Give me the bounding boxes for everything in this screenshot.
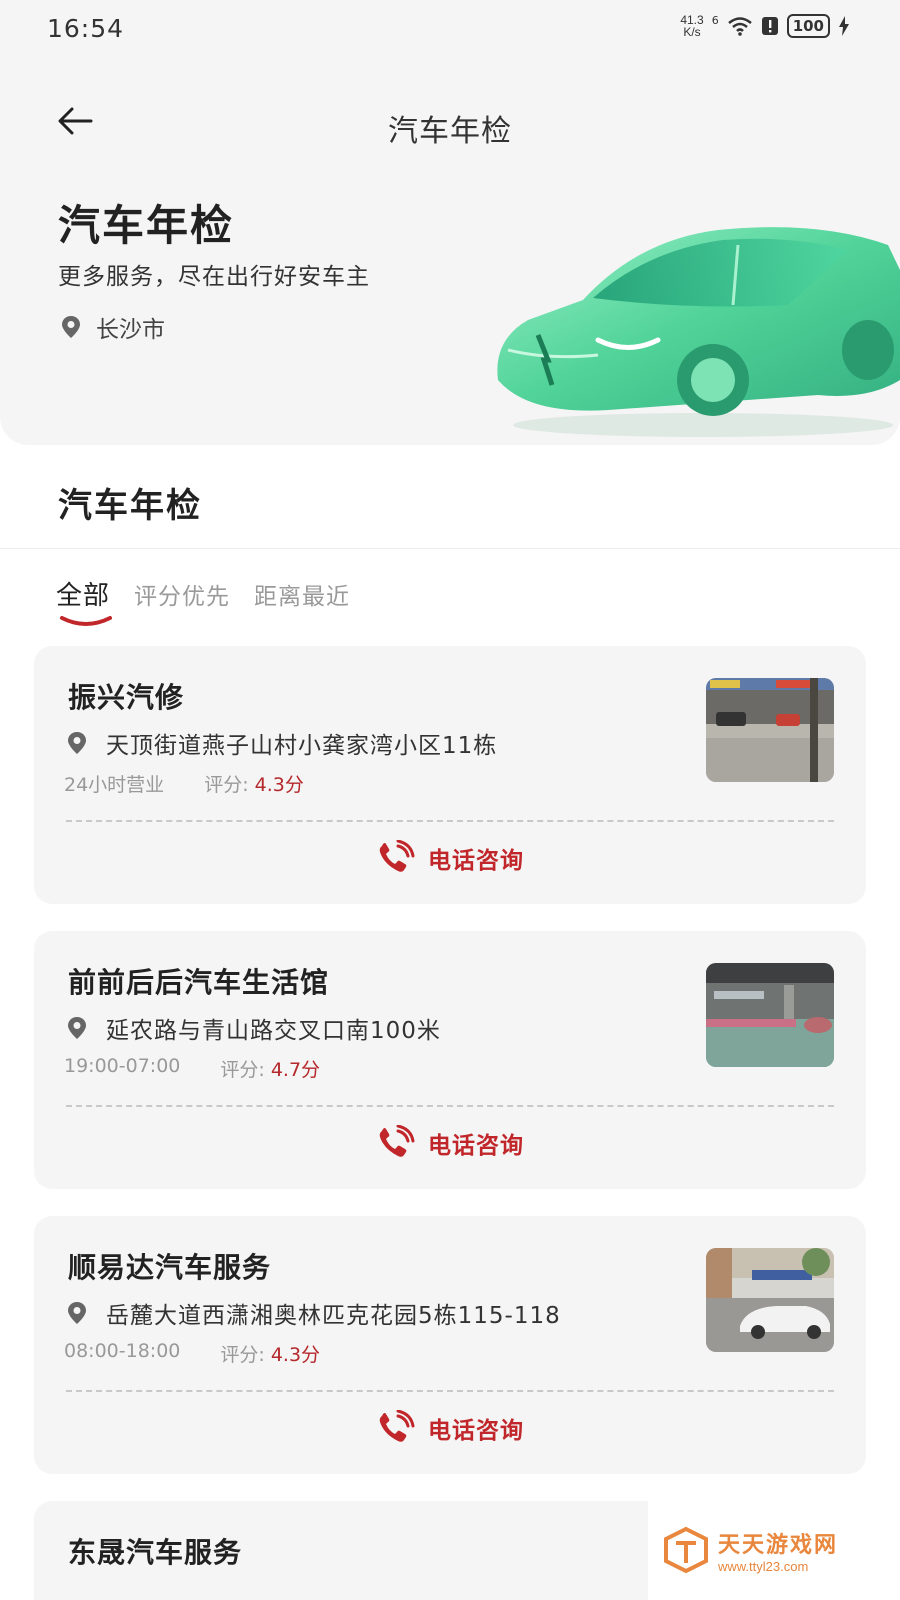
shop-name: 前前后后汽车生活馆 — [68, 966, 330, 999]
cube-logo-icon — [664, 1526, 708, 1574]
hero-subtitle: 更多服务，尽在出行好安车主 — [58, 264, 370, 290]
shop-name: 振兴汽修 — [68, 681, 185, 714]
call-button[interactable]: 电话咨询 — [34, 1410, 866, 1446]
shop-address: 延农路与青山路交叉口南100米 — [64, 1011, 441, 1045]
shop-address: 岳麓大道西潇湘奥林匹克花园5栋115-118 — [64, 1296, 561, 1330]
status-bar: 16:54 41.3 K/s 6 100 — [0, 0, 900, 60]
shop-photo — [706, 963, 834, 1067]
car-illustration — [497, 227, 900, 437]
status-time: 16:54 — [47, 14, 125, 43]
location-city: 长沙市 — [96, 317, 165, 343]
shop-hours: 19:00-07:00 — [64, 1055, 181, 1077]
network-speed: 41.3 K/s — [680, 13, 704, 39]
page-title: 汽车年检 — [388, 114, 512, 149]
hero-title: 汽车年检 — [58, 201, 235, 250]
tab-rating-first[interactable]: 评分优先 — [134, 577, 230, 611]
shop-rating: 评分: 4.7分 — [220, 1059, 321, 1081]
card-divider — [66, 1105, 834, 1107]
shop-card[interactable]: 顺易达汽车服务 岳麓大道西潇湘奥林匹克花园5栋115-118 08:00-18:… — [34, 1216, 866, 1474]
wifi-icon — [727, 17, 752, 36]
charging-icon — [839, 16, 849, 36]
card-divider — [66, 820, 834, 822]
location-pin-icon — [68, 1302, 86, 1324]
watermark-logo: 天天游戏网 www.ttyl23.com — [648, 1500, 900, 1600]
location-selector[interactable]: 长沙市 — [58, 310, 165, 344]
section-divider — [0, 548, 900, 549]
location-pin-icon — [68, 1017, 86, 1039]
shop-rating: 评分: 4.3分 — [204, 774, 304, 796]
phone-icon — [379, 840, 415, 872]
shop-meta: 19:00-07:00 评分: 4.7分 — [64, 1055, 320, 1082]
phone-icon — [379, 1410, 415, 1442]
battery-indicator: 100 — [786, 14, 830, 38]
shop-name: 东晟汽车服务 — [68, 1536, 243, 1569]
filter-tabs: 全部 评分优先 距离最近 — [56, 575, 350, 612]
call-button[interactable]: 电话咨询 — [34, 1125, 866, 1161]
call-button[interactable]: 电话咨询 — [34, 840, 866, 876]
shop-rating: 评分: 4.3分 — [220, 1344, 321, 1366]
section-title: 汽车年检 — [58, 486, 202, 526]
shop-card[interactable]: 振兴汽修 天顶街道燕子山村小龚家湾小区11栋 24小时营业 评分: 4.3分 电… — [34, 646, 866, 904]
alert-icon — [761, 17, 778, 35]
shop-photo — [706, 1248, 834, 1352]
tab-nearest[interactable]: 距离最近 — [254, 577, 350, 611]
shop-card[interactable]: 前前后后汽车生活馆 延农路与青山路交叉口南100米 19:00-07:00 评分… — [34, 931, 866, 1189]
card-divider — [66, 1390, 834, 1392]
shop-meta: 24小时营业 评分: 4.3分 — [64, 770, 304, 797]
shop-meta: 08:00-18:00 评分: 4.3分 — [64, 1340, 320, 1367]
phone-icon — [379, 1125, 415, 1157]
status-icons: 41.3 K/s 6 100 — [680, 14, 850, 38]
location-pin-icon — [68, 732, 86, 754]
location-pin-icon — [62, 316, 80, 338]
tab-active-indicator — [60, 616, 112, 626]
shop-photo — [706, 678, 834, 782]
shop-hours: 24小时营业 — [64, 774, 165, 796]
shop-hours: 08:00-18:00 — [64, 1340, 181, 1362]
tab-all[interactable]: 全部 — [56, 575, 110, 612]
shop-address: 天顶街道燕子山村小龚家湾小区11栋 — [64, 726, 497, 760]
shop-name: 顺易达汽车服务 — [68, 1251, 272, 1284]
signal-label: 6 — [711, 14, 719, 27]
header-banner: 汽车年检 汽车年检 更多服务，尽在出行好安车主 长沙市 — [0, 60, 900, 445]
